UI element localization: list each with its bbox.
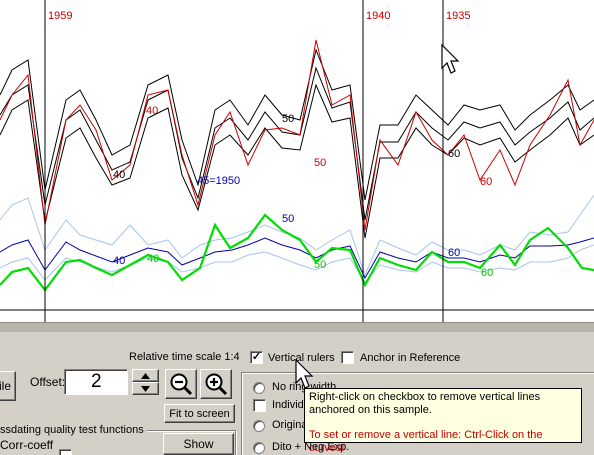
relative-time-scale-label: Relative time scale 1:4 [129, 351, 240, 363]
original-radio[interactable] [253, 420, 265, 432]
label-green-40: 40 [147, 253, 159, 265]
crossdating-group-title: ssdating quality test functions [0, 424, 147, 436]
anchor-in-reference-label[interactable]: Anchor in Reference [360, 352, 460, 364]
label-black-40: 40 [113, 169, 125, 181]
triangle-down-icon [141, 385, 150, 392]
offset-increment-button[interactable] [132, 369, 159, 382]
splitter-bar[interactable] [0, 322, 594, 332]
label-black-60: 60 [448, 148, 460, 160]
offset-label: Offset: [30, 375, 66, 389]
green-curve [0, 213, 594, 292]
offset-value: 2 [91, 371, 102, 392]
offset-input[interactable]: 2 [64, 369, 128, 395]
label-blue-40: 40 [113, 255, 125, 267]
fit-to-screen-button[interactable]: Fit to screen [164, 404, 235, 423]
file-button-label: ile [0, 379, 11, 393]
check-mark-icon: ✓ [251, 351, 262, 363]
individual-checkbox[interactable] [253, 399, 266, 412]
file-button[interactable]: ile [0, 371, 16, 401]
show-button-label: Show [183, 437, 214, 451]
show-button[interactable]: Show [163, 433, 234, 455]
zoom-out-icon [170, 373, 193, 396]
zoom-out-button[interactable] [165, 369, 197, 399]
tooltip-line-1: Right-click on checkbox to remove vertic… [309, 391, 541, 403]
light-blue-curve-upper [0, 194, 594, 277]
black-curve-upper [0, 48, 594, 201]
label-blue-50: 50 [282, 213, 294, 225]
curves-svg: 1959 1940 1935 40 40 50 50 45=1950 60 60… [0, 0, 594, 322]
offset-decrement-button[interactable] [132, 382, 159, 395]
label-red-60: 60 [480, 176, 492, 188]
label-green-50: 50 [314, 259, 326, 271]
chart-plot-area[interactable]: 1959 1940 1935 40 40 50 50 45=1950 60 60… [0, 0, 594, 322]
corr-coeff-option-checkbox[interactable] [59, 449, 72, 455]
blue-curve [0, 237, 594, 280]
label-blue-60: 60 [448, 247, 460, 259]
zoom-in-icon [205, 373, 228, 396]
zoom-in-button[interactable] [200, 369, 232, 399]
vertical-rulers-checkbox[interactable]: ✓ [250, 351, 263, 364]
tooltip-line-3: To set or remove a vertical line: Ctrl-C… [309, 429, 543, 454]
ruler-label-1935: 1935 [446, 10, 470, 22]
label-black-50: 50 [282, 113, 294, 125]
label-blue-45: 45=1950 [197, 175, 240, 187]
corr-coeff-label: Corr-coeff [0, 438, 54, 452]
arrow-cursor-icon [441, 44, 460, 74]
triangle-up-icon [141, 372, 150, 379]
ruler-label-1959: 1959 [48, 10, 72, 22]
tooltip-line-2: anchored on this sample. [309, 404, 432, 416]
vertical-rulers-tooltip: Right-click on checkbox to remove vertic… [304, 388, 582, 454]
no-ring-width-radio[interactable] [253, 382, 265, 394]
label-green-60: 60 [481, 267, 493, 279]
ruler-label-1940: 1940 [366, 10, 390, 22]
label-red-50: 50 [314, 157, 326, 169]
arrow-cursor-icon [295, 359, 314, 389]
dito-neg-exp-radio[interactable] [253, 442, 265, 454]
anchor-in-reference-checkbox[interactable] [341, 351, 354, 364]
label-red-40: 40 [146, 105, 158, 117]
fit-to-screen-label: Fit to screen [169, 407, 230, 420]
